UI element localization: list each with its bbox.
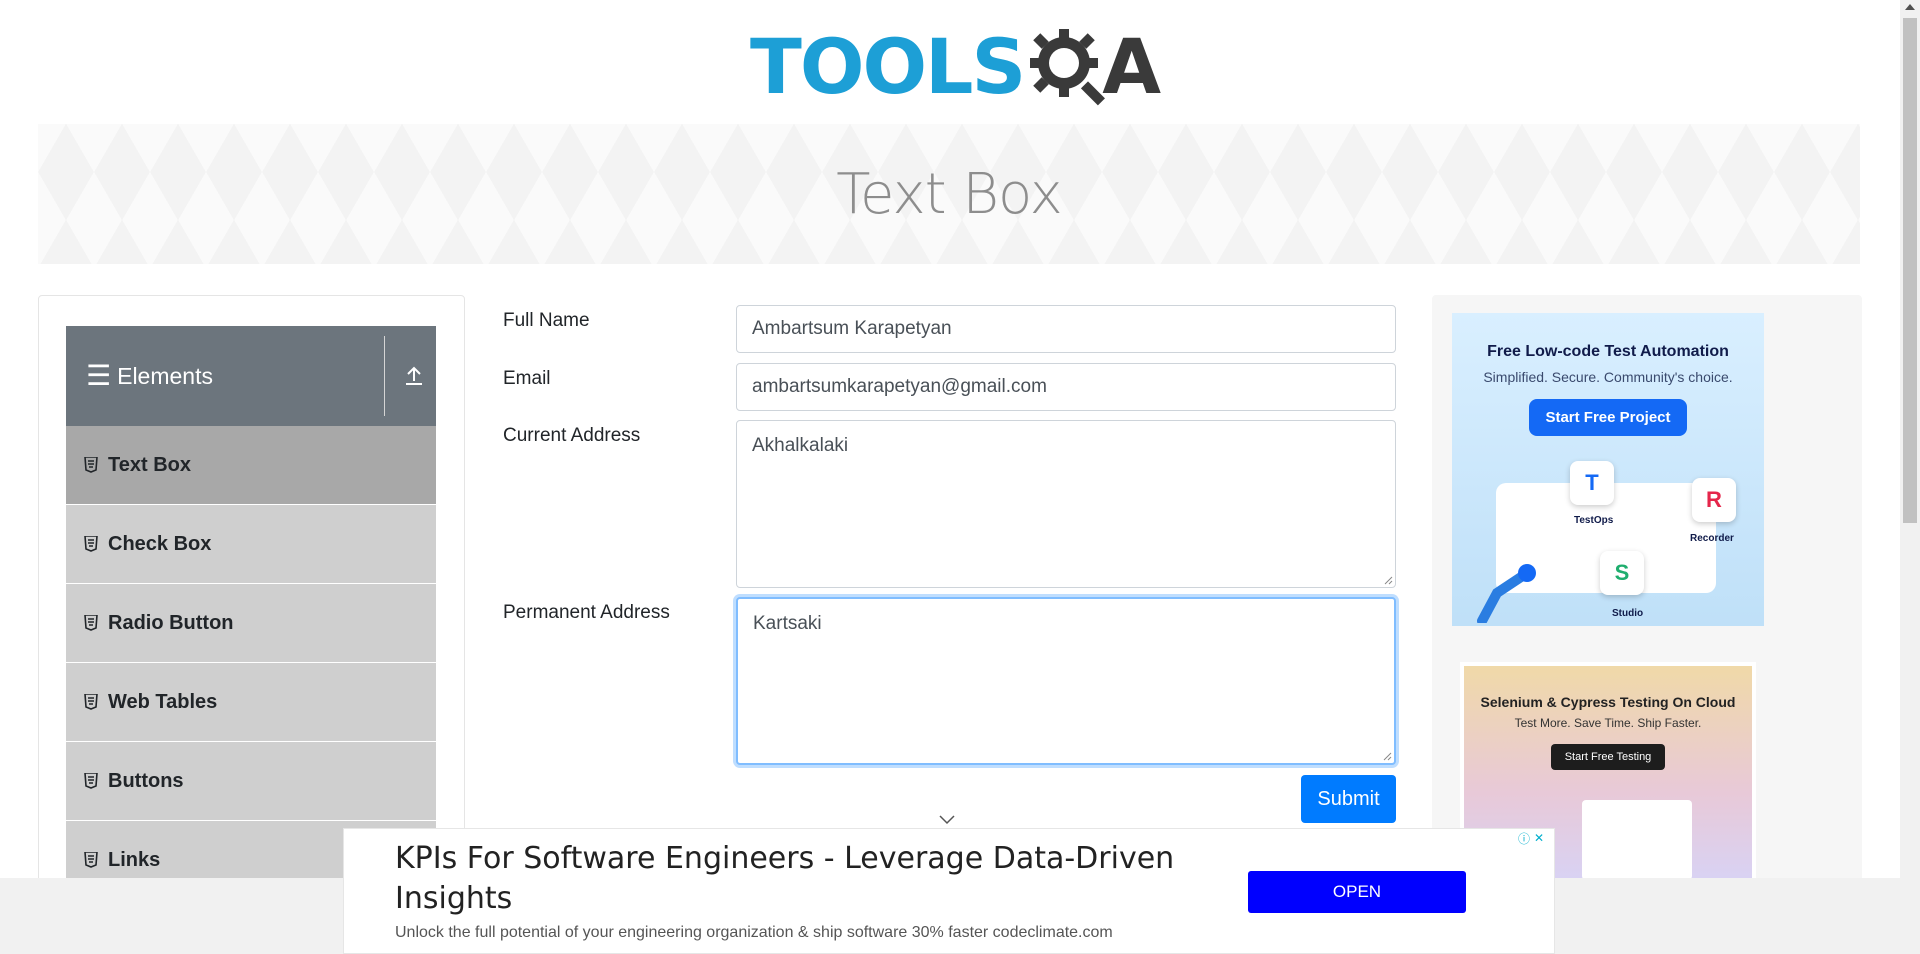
robot-arm-icon <box>1477 564 1536 623</box>
ad2-headline: Selenium & Cypress Testing On Cloud <box>1480 694 1736 710</box>
sidebar-item-web-tables[interactable]: Web Tables <box>66 663 436 742</box>
close-icon[interactable]: ✕ <box>1534 831 1544 845</box>
studio-label: Studio <box>1612 608 1644 619</box>
ad1-headline: Free Low-code Test Automation <box>1487 343 1729 360</box>
ad1-subline: Simplified. Secure. Community's choice. <box>1483 369 1733 385</box>
html5-icon <box>84 773 98 789</box>
logo-text: TOOLS <box>750 21 1026 111</box>
sidebar-item-label: Radio Button <box>108 611 234 634</box>
html5-icon <box>84 615 98 631</box>
ad2-subline: Test More. Save Time. Ship Faster. <box>1514 716 1702 730</box>
sidebar-item-label: Web Tables <box>108 690 218 713</box>
sidebar-item-label: Links <box>108 848 161 871</box>
full-name-label: Full Name <box>503 310 590 331</box>
sidebar-item-text-box[interactable]: Text Box <box>66 426 436 505</box>
sidebar-group-elements[interactable]: ☰ Elements <box>66 326 436 426</box>
sidebar-item-buttons[interactable]: Buttons <box>66 742 436 821</box>
bottom-ad-open-button[interactable]: OPEN <box>1248 871 1466 913</box>
sidebar-item-label: Buttons <box>108 769 184 792</box>
page-banner: Text Box <box>38 124 1860 264</box>
chevron-down-icon[interactable] <box>937 812 957 826</box>
full-name-input[interactable]: Ambartsum Karapetyan <box>736 305 1396 353</box>
resize-handle-icon[interactable] <box>1383 575 1393 585</box>
page-title: Text Box <box>836 161 1062 227</box>
scrollbar-thumb[interactable] <box>1903 18 1917 523</box>
current-address-textarea[interactable]: Akhalkalaki <box>736 420 1396 588</box>
permanent-address-textarea[interactable]: Kartsaki <box>736 597 1396 765</box>
sidebar-item-check-box[interactable]: Check Box <box>66 505 436 584</box>
sidebar-item-label: Check Box <box>108 532 212 555</box>
current-address-value: Akhalkalaki <box>752 435 849 456</box>
email-label: Email <box>503 368 551 389</box>
testops-tile-icon: T <box>1570 461 1614 505</box>
studio-tile-icon: S <box>1600 551 1644 595</box>
toolsqa-logo[interactable]: TOOLS A <box>750 18 1161 114</box>
bottom-ad-headline: KPIs For Software Engineers - Leverage D… <box>395 841 1175 916</box>
testops-label: TestOps <box>1574 515 1614 526</box>
ad1-start-free-project-button[interactable]: Start Free Project <box>1529 399 1687 436</box>
submit-button[interactable]: Submit <box>1301 775 1396 823</box>
resize-handle-icon[interactable] <box>1382 751 1392 761</box>
hamburger-icon: ☰ <box>86 360 112 391</box>
sidebar-item-label: Text Box <box>108 453 191 476</box>
page-scrollbar[interactable] <box>1900 0 1920 954</box>
permanent-address-value: Kartsaki <box>753 613 822 634</box>
email-input[interactable]: ambartsumkarapetyan@gmail.com <box>736 363 1396 411</box>
adchoices-info-icon[interactable]: ⓘ <box>1518 830 1530 847</box>
recorder-label: Recorder <box>1690 533 1734 544</box>
ad2-start-free-testing-button[interactable]: Start Free Testing <box>1550 744 1666 770</box>
sidebar-item-radio-button[interactable]: Radio Button <box>66 584 436 663</box>
email-value: ambartsumkarapetyan@gmail.com <box>752 376 1047 397</box>
html5-icon <box>84 852 98 868</box>
recorder-tile-icon: R <box>1692 478 1736 522</box>
katalon-ad[interactable]: Free Low-code Test Automation Simplified… <box>1452 313 1764 626</box>
bottom-ad-subline: Unlock the full potential of your engine… <box>395 924 1113 941</box>
current-address-label: Current Address <box>503 425 641 446</box>
collapse-arrow-icon[interactable] <box>396 356 432 396</box>
html5-icon <box>84 536 98 552</box>
html5-icon <box>84 457 98 473</box>
permanent-address-label: Permanent Address <box>503 602 670 623</box>
logo-text-suffix: A <box>1102 21 1162 111</box>
html5-icon <box>84 694 98 710</box>
adchoices-controls: ⓘ ✕ <box>1518 829 1554 847</box>
full-name-value: Ambartsum Karapetyan <box>752 318 952 339</box>
scroll-up-arrow-icon[interactable] <box>1905 4 1915 10</box>
ad2-screenshot-image <box>1582 800 1692 880</box>
sidebar-group-title: Elements <box>117 362 213 389</box>
bottom-ad-banner[interactable]: KPIs For Software Engineers - Leverage D… <box>343 828 1555 954</box>
gear-magnifier-icon <box>1030 29 1106 106</box>
header-divider <box>384 336 385 416</box>
